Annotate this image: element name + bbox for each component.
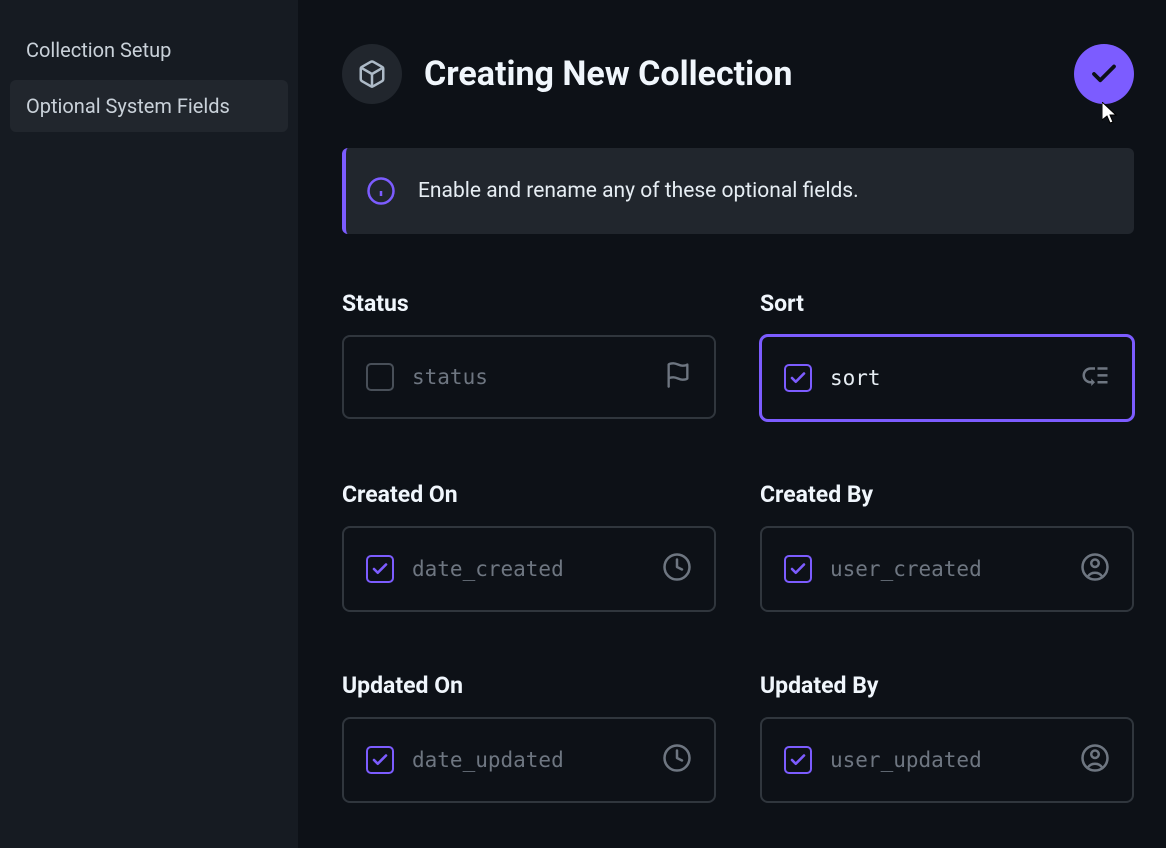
low-priority-icon bbox=[1080, 361, 1110, 395]
flag-icon bbox=[664, 361, 692, 393]
info-banner: Enable and rename any of these optional … bbox=[342, 148, 1134, 234]
field-box-created-on[interactable]: date_created bbox=[342, 526, 716, 612]
main-content: Creating New Collection Enable and renam… bbox=[298, 0, 1166, 848]
fields-grid: Status status Sort bbox=[342, 290, 1134, 803]
field-placeholder: user_created bbox=[830, 557, 1062, 581]
info-text: Enable and rename any of these optional … bbox=[418, 179, 859, 203]
field-created-by: Created By user_created bbox=[760, 481, 1134, 612]
field-box-updated-on[interactable]: date_updated bbox=[342, 717, 716, 803]
checkbox-status[interactable] bbox=[366, 363, 394, 391]
person-icon bbox=[1080, 552, 1110, 586]
sidebar-item-label: Optional System Fields bbox=[26, 94, 230, 118]
field-box-sort[interactable]: sort bbox=[760, 335, 1134, 421]
field-sort: Sort sort bbox=[760, 290, 1134, 421]
field-label: Sort bbox=[760, 290, 1134, 317]
field-placeholder: date_updated bbox=[412, 748, 644, 772]
confirm-button[interactable] bbox=[1074, 44, 1134, 104]
sidebar-item-collection-setup[interactable]: Collection Setup bbox=[10, 24, 288, 76]
field-box-status[interactable]: status bbox=[342, 335, 716, 419]
checkbox-updated-on[interactable] bbox=[366, 746, 394, 774]
field-status: Status status bbox=[342, 290, 716, 421]
field-placeholder: status bbox=[412, 365, 646, 389]
sidebar-item-optional-system-fields[interactable]: Optional System Fields bbox=[10, 80, 288, 132]
field-placeholder: date_created bbox=[412, 557, 644, 581]
field-created-on: Created On date_created bbox=[342, 481, 716, 612]
field-label: Updated By bbox=[760, 672, 1134, 699]
info-icon bbox=[366, 176, 396, 206]
checkbox-created-by[interactable] bbox=[784, 555, 812, 583]
header: Creating New Collection bbox=[342, 44, 1134, 104]
field-label: Updated On bbox=[342, 672, 716, 699]
field-label: Status bbox=[342, 290, 716, 317]
checkbox-updated-by[interactable] bbox=[784, 746, 812, 774]
field-updated-on: Updated On date_updated bbox=[342, 672, 716, 803]
field-box-updated-by[interactable]: user_updated bbox=[760, 717, 1134, 803]
sidebar-item-label: Collection Setup bbox=[26, 38, 171, 62]
cursor-icon bbox=[1102, 102, 1122, 126]
clock-icon bbox=[662, 743, 692, 777]
check-icon bbox=[1089, 59, 1119, 89]
field-box-created-by[interactable]: user_created bbox=[760, 526, 1134, 612]
field-updated-by: Updated By user_updated bbox=[760, 672, 1134, 803]
field-placeholder: user_updated bbox=[830, 748, 1062, 772]
clock-icon bbox=[662, 552, 692, 586]
checkbox-created-on[interactable] bbox=[366, 555, 394, 583]
collection-icon bbox=[342, 44, 402, 104]
person-icon bbox=[1080, 743, 1110, 777]
field-label: Created On bbox=[342, 481, 716, 508]
checkbox-sort[interactable] bbox=[784, 364, 812, 392]
field-placeholder: sort bbox=[830, 366, 1062, 390]
field-label: Created By bbox=[760, 481, 1134, 508]
page-title: Creating New Collection bbox=[424, 54, 1052, 94]
sidebar: Collection Setup Optional System Fields bbox=[0, 0, 298, 848]
